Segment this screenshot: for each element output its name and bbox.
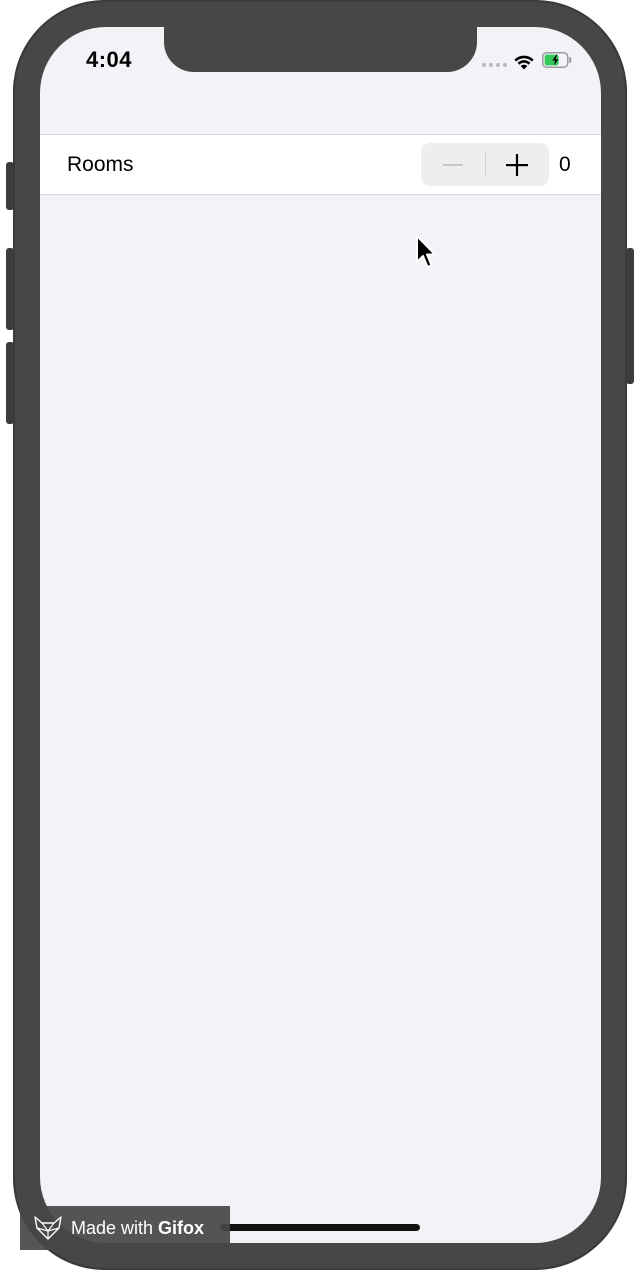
home-indicator[interactable] bbox=[220, 1224, 420, 1231]
watermark-brand: Gifox bbox=[158, 1217, 205, 1238]
plus-icon bbox=[506, 153, 528, 176]
watermark-prefix: Made with bbox=[71, 1217, 154, 1238]
stage: 4:04 Rooms 0 Made with Gifox bbox=[0, 0, 640, 1270]
rooms-label: Rooms bbox=[67, 153, 134, 176]
minus-icon bbox=[443, 163, 463, 166]
fox-logo-icon bbox=[34, 1216, 62, 1240]
rooms-count-value: 0 bbox=[559, 153, 571, 176]
wifi-icon bbox=[514, 55, 534, 70]
power-button bbox=[626, 248, 634, 384]
cellular-signal-icon bbox=[482, 63, 507, 67]
gifox-watermark: Made with Gifox bbox=[20, 1206, 230, 1250]
status-time: 4:04 bbox=[86, 47, 133, 72]
notch bbox=[164, 27, 477, 72]
rooms-stepper[interactable] bbox=[421, 143, 549, 186]
phone-screen: 4:04 Rooms 0 bbox=[40, 27, 601, 1243]
increment-button[interactable] bbox=[485, 143, 549, 186]
rooms-row: Rooms 0 bbox=[40, 134, 601, 195]
battery-charging-icon bbox=[542, 52, 572, 68]
decrement-button[interactable] bbox=[421, 143, 485, 186]
mouse-cursor-icon bbox=[416, 235, 436, 268]
